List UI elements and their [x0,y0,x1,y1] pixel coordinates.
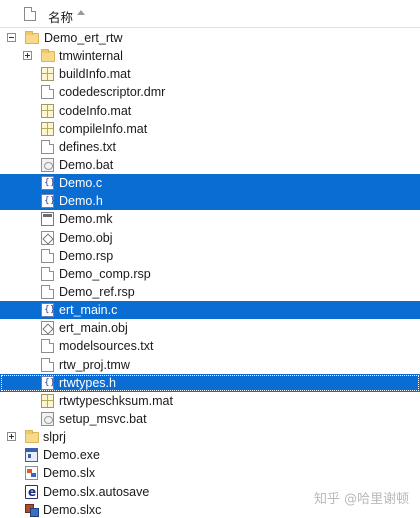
name-column-header[interactable]: 名称 [48,7,73,26]
executable-icon [25,448,38,463]
tree-item-label: Demo.slxc [43,502,102,517]
c-source-file-icon: {} [41,194,56,209]
tree-row-file[interactable]: {} rtwtypes.h [0,373,420,392]
tree-row-file[interactable]: {} Demo.h [0,192,420,211]
tree-row-file[interactable]: Demo.bat [0,156,420,174]
folder-icon [41,49,55,63]
tree-item-label: ert_main.c [59,303,118,318]
tree-item-label: Demo.slx [43,466,96,481]
tree-row-file[interactable]: modelsources.txt [0,337,420,355]
object-file-icon [41,230,54,245]
select-all-checkbox-icon[interactable] [24,7,36,21]
tree-item-label: Demo_comp.rsp [59,266,151,281]
tree-row-file[interactable]: {} ert_main.c [0,301,420,320]
tree-row-file[interactable]: Demo_ref.rsp [0,283,420,301]
tree-item-label: buildInfo.mat [59,67,131,82]
tree-row-file[interactable]: Demo.slx [0,464,420,482]
tree-row-file[interactable]: compileInfo.mat [0,120,420,138]
tree-item-label: Demo.h [59,194,103,209]
tree-item-label: Demo.slx.autosave [43,484,150,499]
tree-row-file[interactable]: Demo.obj [0,229,420,247]
sort-ascending-icon [77,10,85,15]
file-tree: Demo_ert_rtw tmwinternal buildInfo.mat cod… [0,29,420,518]
code-glyph-icon: {} [44,377,56,388]
tree-item-label: rtwtypes.h [59,375,116,390]
tree-row-file[interactable]: rtw_proj.tmw [0,356,420,374]
tree-row-root-folder[interactable]: Demo_ert_rtw [0,29,420,47]
text-file-icon [41,357,54,372]
text-file-icon [41,284,54,299]
c-source-file-icon: {} [41,375,56,390]
root-folder-label: Demo_ert_rtw [44,31,123,45]
watermark: 知乎 @哈里谢顿 [314,488,409,507]
expand-icon[interactable] [23,51,32,61]
tree-row-folder[interactable]: tmwinternal [0,47,420,65]
tree-row-file[interactable]: Demo.rsp [0,247,420,265]
tree-item-label: Demo.rsp [59,248,114,263]
tree-item-label: ert_main.obj [59,321,128,336]
collapse-icon[interactable] [7,33,16,42]
tree-row-file[interactable]: codeInfo.mat [0,102,420,120]
tree-row-file[interactable]: Demo_comp.rsp [0,265,420,283]
tree-item-label: setup_msvc.bat [59,411,147,426]
tree-row-file[interactable]: Demo.exe [0,446,420,464]
tree-item-label: Demo.mk [59,212,113,227]
object-file-icon [41,321,54,336]
tree-item-label: defines.txt [59,139,116,154]
expand-icon[interactable] [7,432,16,442]
tree-item-label: Demo.c [59,176,103,191]
tree-item-label: compileInfo.mat [59,121,148,136]
code-glyph-icon: {} [44,196,56,207]
column-header: 名称 [0,0,420,28]
makefile-icon [41,212,54,227]
tree-item-label: Demo_ref.rsp [59,284,135,299]
tree-item-label: rtw_proj.tmw [59,357,130,372]
folder-icon [25,430,39,444]
text-file-icon [41,139,54,154]
tree-item-label: tmwinternal [59,49,123,64]
code-glyph-icon: {} [44,305,56,316]
batch-file-icon [41,157,54,172]
text-file-icon [41,85,54,100]
mat-file-icon [41,67,54,82]
tree-row-file[interactable]: defines.txt [0,138,420,156]
folder-icon [25,31,39,44]
autosave-file-icon [25,483,38,501]
tree-item-label: Demo.bat [59,157,114,172]
simulink-model-icon [25,466,38,481]
mat-file-icon [41,393,54,408]
tree-item-label: codeInfo.mat [59,103,132,118]
tree-row-folder[interactable]: slprj [0,428,420,446]
tree-item-label: slprj [43,430,66,445]
tree-item-label: Demo.exe [43,448,100,463]
watermark-text: 知乎 @哈里谢顿 [314,492,410,507]
tree-item-label: Demo.obj [59,230,113,245]
tree-row-file[interactable]: Demo.mk [0,210,420,228]
tree-item-label: modelsources.txt [59,339,154,354]
tree-row-file[interactable]: buildInfo.mat [0,65,420,83]
batch-file-icon [41,411,54,426]
text-file-icon [41,248,54,263]
text-file-icon [41,266,54,281]
tree-row-file[interactable]: {} Demo.c [0,174,420,193]
text-file-icon [41,339,54,354]
mat-file-icon [41,103,54,118]
tree-item-label: rtwtypeschksum.mat [59,393,173,408]
tree-row-file[interactable]: codedescriptor.dmr [0,83,420,101]
tree-item-label: codedescriptor.dmr [59,85,166,100]
tree-row-file[interactable]: setup_msvc.bat [0,410,420,428]
mat-file-icon [41,121,54,136]
tree-row-file[interactable]: ert_main.obj [0,319,420,337]
c-source-file-icon: {} [41,303,56,318]
code-glyph-icon: {} [44,178,56,189]
tree-row-file[interactable]: rtwtypeschksum.mat [0,392,420,410]
simulink-cache-icon [25,503,39,517]
c-source-file-icon: {} [41,176,56,191]
